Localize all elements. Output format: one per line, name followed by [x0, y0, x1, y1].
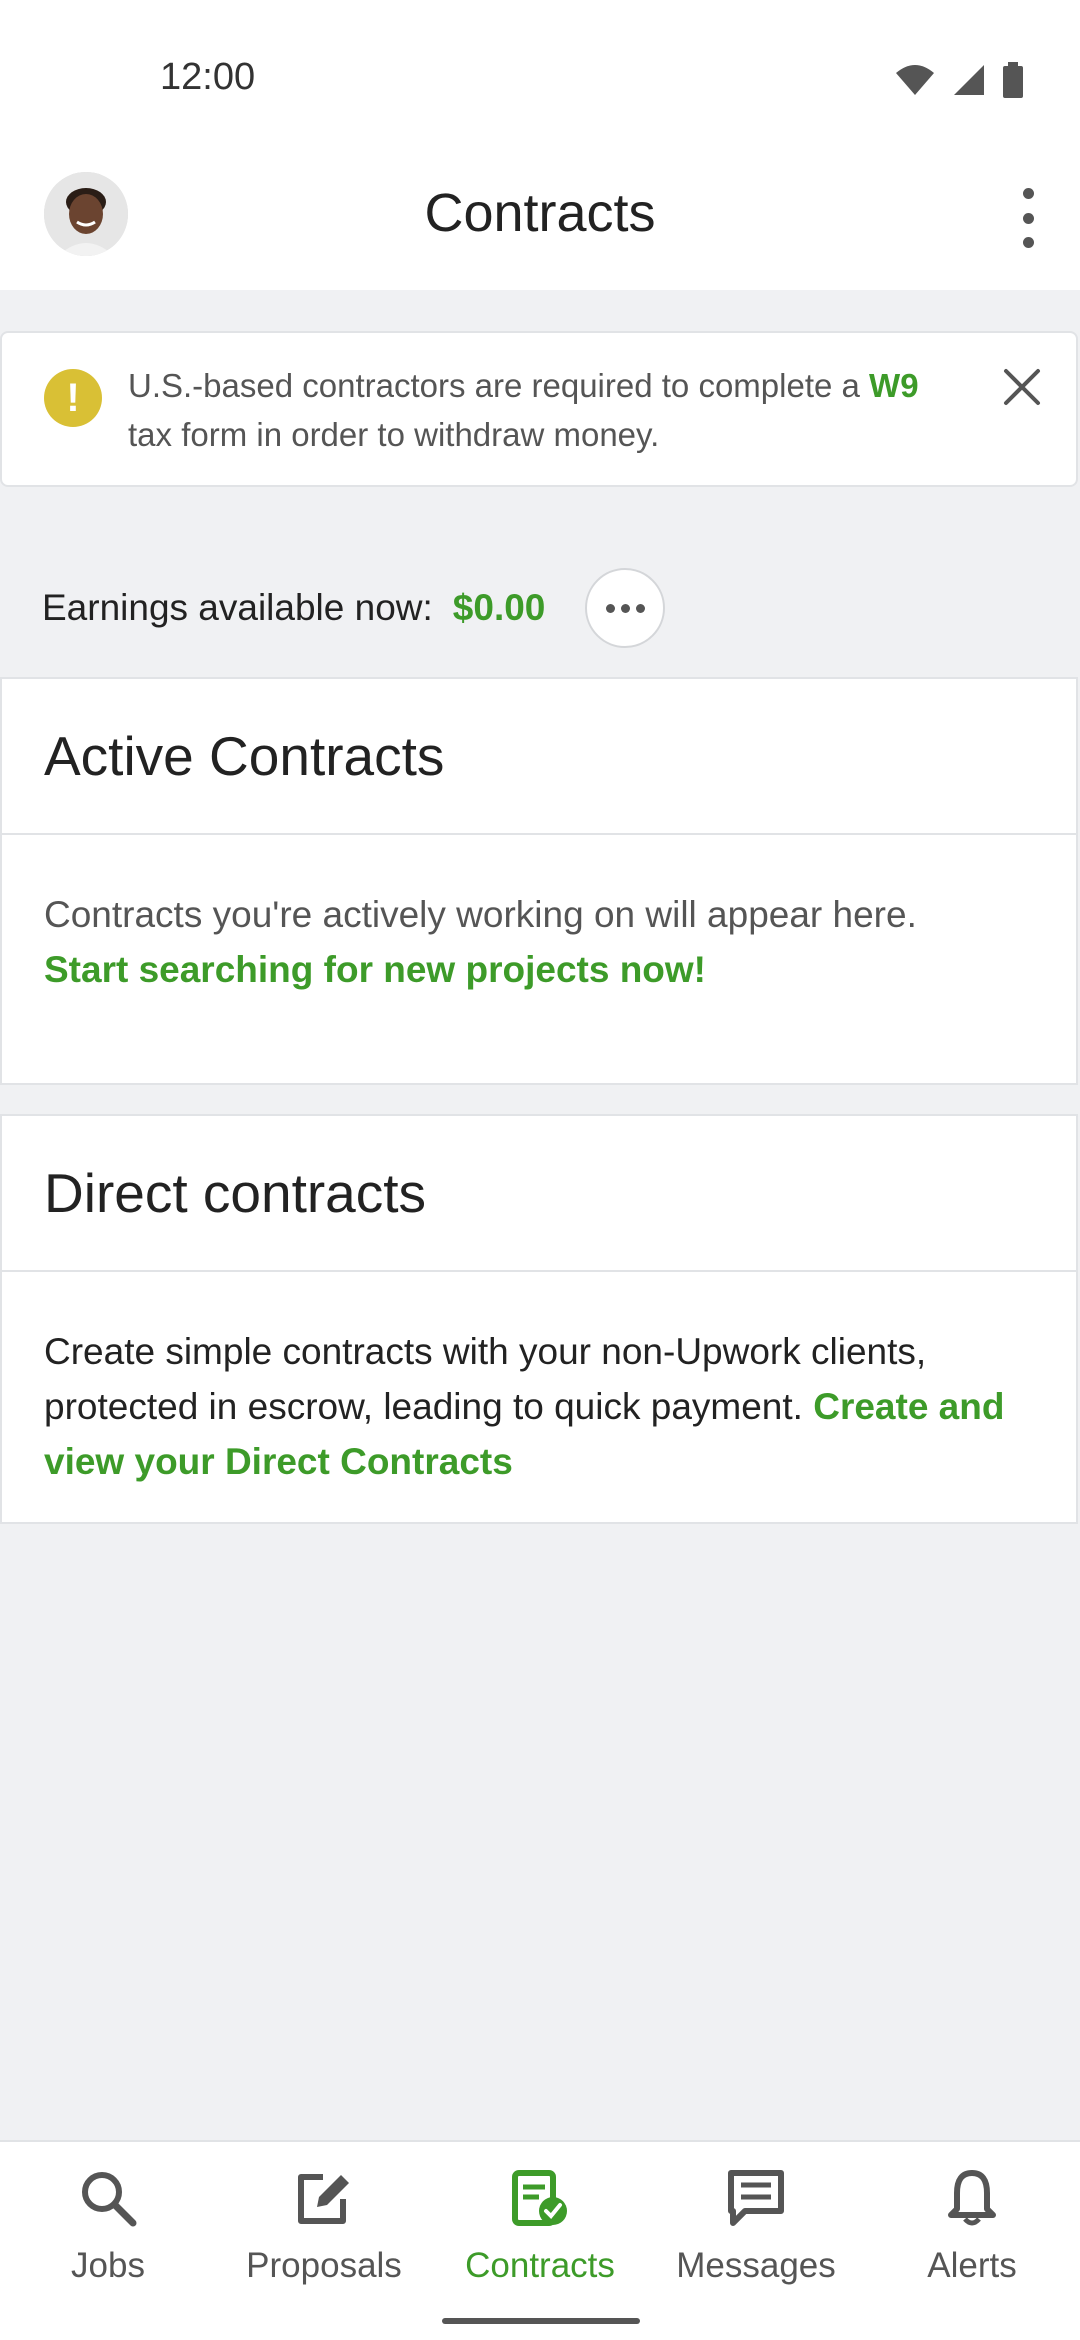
nav-label-messages: Messages [676, 2246, 836, 2285]
nav-item-proposals[interactable]: Proposals [216, 2162, 432, 2286]
bell-icon [948, 2170, 996, 2226]
nav-label-contracts: Contracts [465, 2246, 615, 2285]
battery-icon [1003, 62, 1023, 98]
signal-icon [954, 65, 984, 95]
nav-item-alerts[interactable]: Alerts [864, 2162, 1080, 2286]
active-contracts-body: Contracts you're actively working on wil… [2, 835, 1076, 997]
w9-notice-banner: ! U.S.-based contractors are required to… [0, 331, 1078, 487]
home-indicator[interactable] [442, 2318, 640, 2324]
earnings-row: Earnings available now: $0.00 [42, 568, 666, 648]
close-icon[interactable] [996, 361, 1048, 413]
nav-item-jobs[interactable]: Jobs [0, 2162, 216, 2286]
edit-icon [298, 2174, 349, 2224]
earnings-label: Earnings available now: [42, 587, 433, 628]
nav-label-jobs: Jobs [71, 2246, 145, 2285]
active-contracts-title: Active Contracts [2, 679, 1076, 835]
active-contracts-text: Contracts you're actively working on wil… [44, 894, 917, 935]
nav-label-alerts: Alerts [927, 2246, 1017, 2285]
system-icons [894, 62, 1024, 98]
w9-notice-text-before: U.S.-based contractors are required to c… [128, 367, 870, 404]
direct-contracts-card: Direct contracts Create simple contracts… [0, 1114, 1078, 1524]
contract-check-icon [512, 2170, 567, 2226]
active-contracts-card: Active Contracts Contracts you're active… [0, 677, 1078, 1085]
app-bar: Contracts [0, 150, 1080, 290]
bottom-navigation: Jobs Proposals Contracts Messages Alerts [0, 2140, 1080, 2340]
earnings-amount: $0.00 [452, 587, 546, 628]
wifi-icon [896, 65, 934, 95]
search-icon [82, 2172, 137, 2227]
w9-notice-text: U.S.-based contractors are required to c… [128, 361, 948, 459]
status-time: 12:00 [160, 56, 256, 98]
w9-notice-text-after: tax form in order to withdraw money. [128, 416, 660, 453]
nav-item-messages[interactable]: Messages [648, 2162, 864, 2286]
direct-contracts-title: Direct contracts [2, 1116, 1076, 1272]
direct-contracts-text: Create simple contracts with your non-Up… [44, 1331, 927, 1427]
nav-item-contracts[interactable]: Contracts [432, 2162, 648, 2286]
earnings-more-button[interactable] [585, 568, 666, 648]
direct-contracts-body: Create simple contracts with your non-Up… [2, 1272, 1076, 1489]
warning-icon: ! [44, 369, 102, 427]
message-icon [728, 2170, 784, 2226]
page-title: Contracts [424, 183, 656, 243]
start-searching-link[interactable]: Start searching for new projects now! [44, 942, 1034, 997]
more-options-icon[interactable] [1008, 188, 1048, 248]
w9-link[interactable]: W9 [869, 367, 919, 404]
nav-label-proposals: Proposals [246, 2246, 402, 2285]
status-bar: 12:00 [0, 0, 1080, 150]
